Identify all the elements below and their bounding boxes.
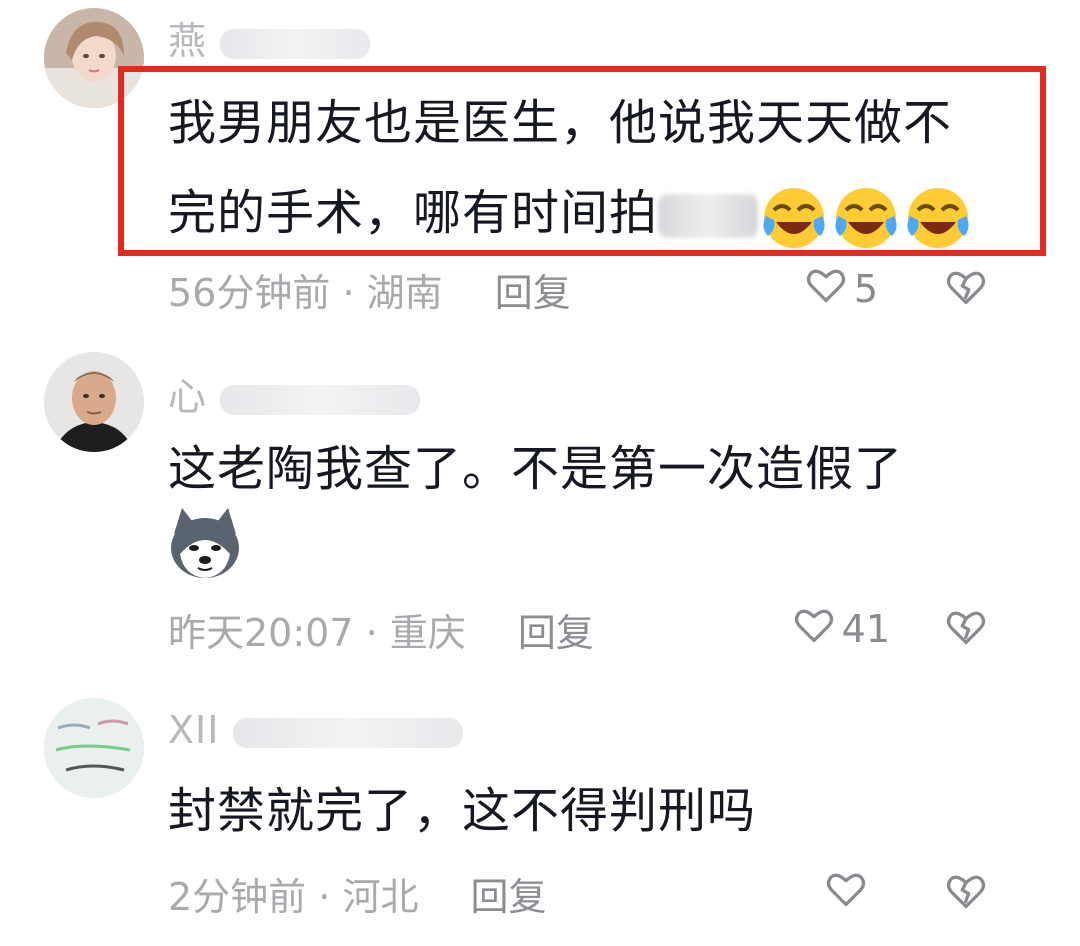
reply-button[interactable]: 回复: [518, 611, 594, 655]
dislike-button[interactable]: [944, 264, 988, 317]
username[interactable]: 燕: [168, 10, 371, 65]
blurred-word: [658, 194, 759, 238]
separator: ·: [353, 611, 390, 655]
avatar[interactable]: [44, 352, 144, 452]
laughing-crying-emoji: [830, 180, 902, 252]
reply-button[interactable]: 回复: [471, 875, 547, 919]
separator: ·: [330, 271, 367, 315]
username[interactable]: XII: [168, 708, 463, 752]
comment-text: 我男朋友也是医生，他说我天天做不 完的手术，哪有时间拍: [168, 78, 1020, 258]
blurred-username: [232, 717, 463, 748]
separator: ·: [306, 875, 343, 919]
comment-time: 2分钟前: [168, 875, 307, 919]
comment-item: 燕 我男朋友也是医生，他说我天天做不 完的手术，哪有时间拍 56分钟前 · 湖南…: [0, 0, 1080, 330]
comment-meta: 昨天20:07 · 重庆 回复 41: [168, 602, 1040, 655]
comment-location: 重庆: [389, 611, 466, 655]
blurred-username: [220, 384, 421, 415]
like-count: 5: [853, 266, 878, 311]
reply-button[interactable]: 回复: [495, 271, 571, 315]
comment-meta: 2分钟前 · 河北 回复: [168, 866, 1040, 919]
broken-heart-icon: [944, 271, 988, 317]
like-button[interactable]: 5: [804, 262, 878, 315]
laughing-crying-emoji: [902, 180, 974, 252]
like-button[interactable]: [824, 866, 874, 919]
husky-dog-emoji: [166, 504, 244, 582]
laughing-crying-emoji: [758, 180, 830, 252]
comment-time: 昨天20:07: [168, 611, 354, 655]
like-button[interactable]: 41: [792, 602, 890, 655]
dislike-button[interactable]: [944, 604, 988, 657]
heart-icon: [804, 262, 848, 315]
comment-time: 56分钟前: [168, 271, 331, 315]
like-count: 41: [841, 606, 890, 651]
broken-heart-icon: [944, 611, 988, 657]
dislike-button[interactable]: [944, 868, 988, 921]
comment-item: XII 封禁就完了，这不得判刑吗 2分钟前 · 河北 回复: [0, 690, 1080, 946]
blurred-username: [220, 28, 371, 59]
username[interactable]: 心: [168, 366, 421, 421]
heart-icon: [824, 866, 868, 919]
comment-meta: 56分钟前 · 湖南 回复 5: [168, 262, 1040, 315]
comment-text: 这老陶我查了。不是第一次造假了: [168, 441, 904, 497]
heart-icon: [792, 602, 836, 655]
broken-heart-icon: [944, 875, 988, 921]
comment-location: 湖南: [366, 271, 443, 315]
comment-location: 河北: [342, 875, 419, 919]
avatar[interactable]: [44, 698, 144, 798]
comment-item: 心 这老陶我查了。不是第一次造假了 昨天20:07 · 重庆 回复 41: [0, 340, 1080, 680]
comment-text: 封禁就完了，这不得判刑吗: [168, 783, 757, 839]
